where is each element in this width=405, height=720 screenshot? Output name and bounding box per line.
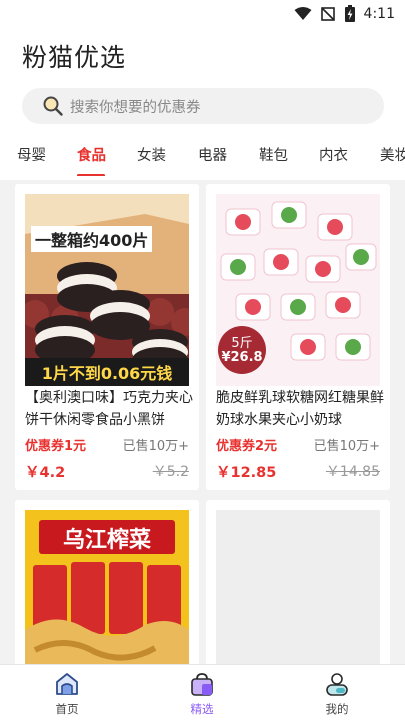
original-price: ￥14.85 <box>325 464 380 480</box>
sold-count: 已售10万+ <box>313 439 380 454</box>
search-placeholder: 搜索你想要的优惠券 <box>70 99 201 116</box>
product-title: 脆皮鲜乳球软糖网红糖果鲜奶球水果夹心小奶球 <box>216 390 384 428</box>
active-tab-indicator <box>77 174 105 176</box>
tab-neiyi[interactable]: 内衣 <box>319 144 348 165</box>
nav-home[interactable]: 首页 <box>37 671 97 717</box>
tab-nvzhuang[interactable]: 女装 <box>137 144 166 165</box>
user-icon <box>326 673 348 696</box>
original-price: ￥5.2 <box>152 464 189 480</box>
image-badge-price: ¥26.8 <box>221 350 263 365</box>
price: ￥12.85 <box>216 465 277 481</box>
tab-muying[interactable]: 母婴 <box>17 144 46 165</box>
status-time: 4:11 <box>363 6 395 22</box>
tab-shipin[interactable]: 食品 <box>77 144 106 165</box>
nav-mine[interactable]: 我的 <box>307 671 367 717</box>
product-title: 【奥利澳口味】巧克力夹心饼干休闲零食品小黑饼 <box>25 390 193 428</box>
tab-xiebao[interactable]: 鞋包 <box>259 144 288 165</box>
product-image: 一整箱约400片 1片不到0.06元钱 <box>25 194 189 386</box>
image-caption-top: 乌江榨菜 <box>62 528 151 553</box>
status-bar: 4:11 <box>0 0 405 30</box>
product-card[interactable]: 一整箱约400片 1片不到0.06元钱 【奥利澳口味】巧克力夹心饼干休闲零食品小… <box>15 184 199 490</box>
bag-icon <box>191 673 213 696</box>
product-card[interactable]: 乌江榨菜 <box>15 500 199 670</box>
home-icon <box>56 673 78 695</box>
product-card[interactable] <box>206 500 390 670</box>
tab-meizhuang[interactable]: 美妆 <box>380 144 405 165</box>
nav-featured-label: 精选 <box>190 702 214 716</box>
tab-dianqi[interactable]: 电器 <box>198 144 227 165</box>
coupon-label: 优惠券2元 <box>216 439 278 454</box>
bottom-navigation: 首页 精选 我的 <box>0 664 405 720</box>
cookie-box-illustration <box>25 194 189 386</box>
price: ￥4.2 <box>25 465 66 481</box>
coupon-label: 优惠券1元 <box>25 439 87 454</box>
signal-off-icon <box>320 7 335 21</box>
battery-charging-icon <box>344 5 355 22</box>
nav-home-label: 首页 <box>55 702 79 716</box>
product-image: 5斤 ¥26.8 <box>216 194 380 386</box>
image-caption-bottom: 1片不到0.06元钱 <box>41 364 173 383</box>
search-icon <box>43 96 63 116</box>
sold-count: 已售10万+ <box>122 439 189 454</box>
app-title: 粉猫优选 <box>22 43 127 72</box>
product-card[interactable]: 5斤 ¥26.8 脆皮鲜乳球软糖网红糖果鲜奶球水果夹心小奶球 优惠券2元 已售1… <box>206 184 390 490</box>
product-image: 乌江榨菜 <box>25 510 189 670</box>
image-badge-weight: 5斤 <box>231 336 253 351</box>
category-tabs: 母婴 食品 女装 电器 鞋包 内衣 美妆 <box>0 140 405 176</box>
header-area: 4:11 粉猫优选 搜索你想要的优惠券 母婴 食品 女装 电器 鞋包 内衣 美妆 <box>0 0 405 180</box>
wifi-icon <box>294 7 312 20</box>
nav-mine-label: 我的 <box>325 702 349 716</box>
nav-featured[interactable]: 精选 <box>172 671 232 717</box>
product-image-placeholder <box>216 510 380 670</box>
search-bar[interactable]: 搜索你想要的优惠券 <box>22 88 384 124</box>
image-caption-top: 一整箱约400片 <box>31 226 153 252</box>
